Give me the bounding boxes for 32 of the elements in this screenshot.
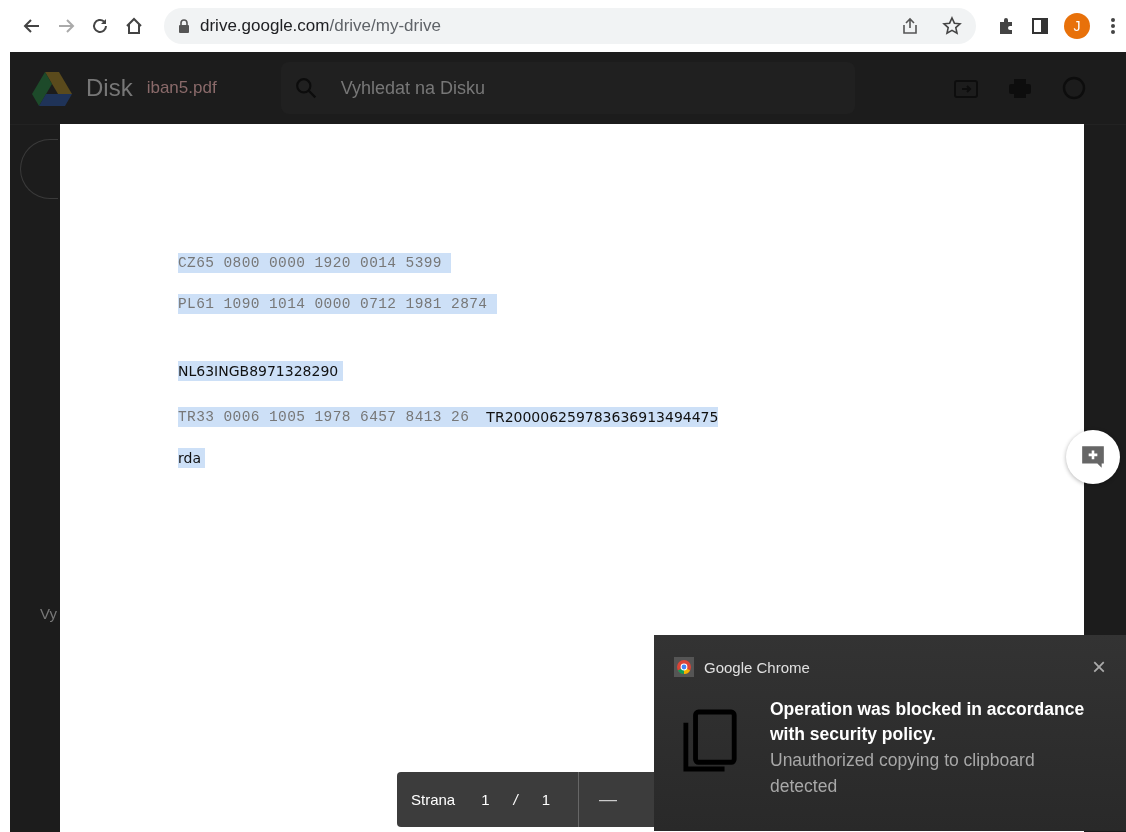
- copy-icon: [682, 709, 740, 773]
- reload-icon[interactable]: [90, 16, 110, 36]
- selected-text: NL63INGB8971328290: [178, 361, 343, 381]
- chrome-logo-icon: [674, 657, 694, 677]
- search-field[interactable]: Vyhledat na Disku: [280, 62, 855, 114]
- menu-icon[interactable]: [1110, 16, 1116, 36]
- zoom-out-button[interactable]: —: [579, 772, 638, 827]
- page-number[interactable]: 1: [481, 791, 490, 808]
- selected-text: PL61 1090 1014 0000 0712 1981 2874: [178, 293, 497, 314]
- notification-title: Operation was blocked in accordance with security policy.: [770, 698, 1086, 746]
- star-icon[interactable]: [942, 16, 962, 36]
- add-comment-icon: [1080, 444, 1106, 470]
- notification-source: Google Chrome: [704, 658, 811, 676]
- close-button[interactable]: ×: [1092, 657, 1106, 677]
- notification-message: Unauthorized copying to clipboard detected: [770, 749, 1036, 798]
- selected-text: TR33 0006 1005 1978 6457 8413 26: [178, 406, 479, 427]
- app-name: Disk: [86, 74, 133, 102]
- selected-text: CZ65 0800 0000 1920 0014 5399: [178, 252, 452, 273]
- home-icon[interactable]: [124, 16, 144, 36]
- selected-text: rda: [178, 447, 206, 468]
- file-name: iban5.pdf: [146, 78, 217, 98]
- drive-logo-icon: [32, 70, 72, 106]
- page-separator: /: [513, 791, 518, 808]
- add-comment-button[interactable]: [1066, 430, 1120, 484]
- selected-text: TR200006259783636913494475: [478, 406, 719, 427]
- page-label: Strana: [411, 791, 456, 808]
- address-bar[interactable]: drive.google.com/drive/my-drive: [164, 8, 976, 44]
- lock-icon: [178, 19, 190, 33]
- page-total: 1: [541, 791, 551, 808]
- share-icon[interactable]: [900, 16, 920, 36]
- side-panel-icon[interactable]: [1030, 16, 1050, 36]
- sidebar-label: Vy: [40, 605, 57, 622]
